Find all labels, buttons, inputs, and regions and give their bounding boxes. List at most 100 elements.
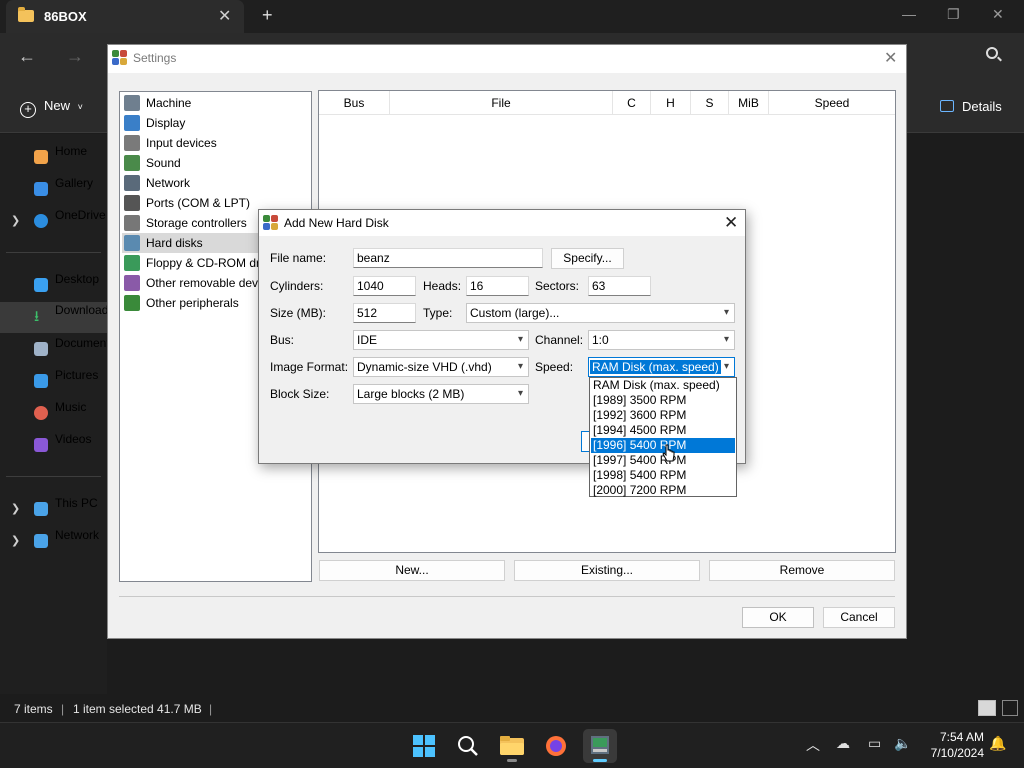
image-format-select[interactable]: Dynamic-size VHD (.vhd) ▾	[353, 357, 529, 377]
nav-item-onedrive[interactable]: ❯ OneDrive	[0, 207, 107, 235]
explorer-tab[interactable]: 86BOX ✕	[6, 0, 244, 33]
notification-bell-icon[interactable]: 🔔	[989, 735, 1006, 752]
new-tab-icon[interactable]: +	[262, 5, 273, 26]
nav-item-home[interactable]: Home	[0, 143, 107, 171]
status-divider: |	[209, 702, 213, 716]
system-clock[interactable]: 7:54 AM 7/10/2024	[922, 729, 984, 761]
sectors-label: Sectors:	[535, 279, 580, 293]
gallery-icon	[34, 182, 48, 196]
search-icon[interactable]	[986, 47, 998, 59]
column-file[interactable]: File	[390, 91, 613, 115]
type-select[interactable]: Custom (large)... ▾	[466, 303, 735, 323]
back-arrow-icon[interactable]: ←	[18, 46, 36, 67]
details-label: Details	[962, 99, 1002, 114]
column-mib[interactable]: MiB	[729, 91, 769, 115]
hand-cursor-icon	[662, 444, 675, 462]
category-input-devices[interactable]: Input devices	[122, 133, 311, 153]
sectors-input[interactable]: 63	[588, 276, 651, 296]
specify-button[interactable]: Specify...	[551, 248, 624, 269]
nav-item-downloads[interactable]: ⭳ Downloads	[0, 302, 107, 333]
category-machine[interactable]: Machine	[122, 93, 311, 113]
dialog-close-icon[interactable]: ✕	[724, 213, 738, 233]
dialog-title: Add New Hard Disk	[284, 216, 389, 230]
speed-dropdown-list[interactable]: RAM Disk (max. speed) [1989] 3500 RPM [1…	[589, 377, 737, 497]
chevron-right-icon[interactable]: ❯	[11, 495, 20, 523]
nav-item-music[interactable]: Music	[0, 399, 107, 427]
channel-select[interactable]: 1:0 ▾	[588, 330, 735, 350]
category-sound[interactable]: Sound	[122, 153, 311, 173]
bus-select[interactable]: IDE ▾	[353, 330, 529, 350]
new-button[interactable]: + New ˅	[20, 98, 83, 118]
videos-icon	[34, 438, 48, 452]
speed-option[interactable]: RAM Disk (max. speed)	[591, 378, 735, 393]
taskbar-search-button[interactable]	[451, 729, 485, 763]
tiles-view-icon[interactable]	[1002, 700, 1018, 716]
chevron-up-icon[interactable]: ︿	[806, 735, 820, 755]
column-speed[interactable]: Speed	[769, 91, 895, 115]
taskbar-firefox[interactable]	[539, 729, 573, 763]
forward-arrow-icon[interactable]: →	[66, 46, 84, 67]
nav-item-videos[interactable]: Videos	[0, 431, 107, 459]
taskbar-file-explorer[interactable]	[495, 729, 529, 763]
start-button[interactable]	[407, 729, 441, 763]
speed-option[interactable]: [2000] 7200 RPM	[591, 483, 735, 498]
nav-divider	[6, 252, 101, 253]
file-name-input[interactable]: beanz	[353, 248, 543, 268]
settings-close-icon[interactable]: ✕	[884, 48, 897, 68]
speed-option[interactable]: [1994] 4500 RPM	[591, 423, 735, 438]
file-explorer-icon	[500, 736, 524, 755]
tab-title: 86BOX	[44, 9, 87, 24]
chevron-right-icon[interactable]: ❯	[11, 527, 20, 555]
nav-item-pictures[interactable]: Pictures	[0, 367, 107, 395]
dialog-title-bar: Add New Hard Disk ✕	[259, 210, 745, 236]
network-card-icon	[124, 175, 140, 191]
new-disk-button[interactable]: New...	[319, 560, 505, 581]
speed-option[interactable]: [1992] 3600 RPM	[591, 408, 735, 423]
nav-item-network[interactable]: ❯ Network	[0, 527, 107, 555]
category-network[interactable]: Network	[122, 173, 311, 193]
category-label: Input devices	[146, 136, 217, 150]
minimize-icon[interactable]: —	[902, 6, 916, 22]
heads-input[interactable]: 16	[466, 276, 529, 296]
chevron-down-icon: ▾	[517, 361, 523, 372]
taskbar-86box[interactable]	[583, 729, 617, 763]
settings-title-bar: Settings ✕	[108, 45, 906, 73]
network-monitor-icon[interactable]: ▭	[868, 735, 881, 752]
chevron-down-icon: ▾	[723, 307, 729, 318]
category-label: Display	[146, 116, 186, 130]
cylinders-input[interactable]: 1040	[353, 276, 416, 296]
category-label: Storage controllers	[146, 216, 247, 230]
volume-muted-icon[interactable]: 🔈	[894, 735, 911, 752]
nav-item-gallery[interactable]: Gallery	[0, 175, 107, 203]
details-button[interactable]: Details	[940, 99, 1002, 114]
selection-info: 1 item selected 41.7 MB	[73, 702, 202, 716]
column-cylinders[interactable]: C	[613, 91, 651, 115]
existing-disk-button[interactable]: Existing...	[514, 560, 700, 581]
remove-disk-button[interactable]: Remove	[709, 560, 895, 581]
nav-item-this-pc[interactable]: ❯ This PC	[0, 495, 107, 523]
nav-item-desktop[interactable]: Desktop	[0, 271, 107, 299]
onedrive-offline-icon[interactable]: ☁	[836, 735, 850, 752]
ok-button[interactable]: OK	[742, 607, 814, 628]
category-display[interactable]: Display	[122, 113, 311, 133]
column-sectors[interactable]: S	[691, 91, 729, 115]
running-indicator	[593, 759, 607, 762]
restore-icon[interactable]: ❐	[947, 6, 960, 23]
nav-item-label: Gallery	[55, 176, 94, 190]
chevron-right-icon[interactable]: ❯	[11, 207, 20, 235]
nav-item-label: OneDrive	[55, 208, 106, 222]
tab-close-icon[interactable]: ✕	[218, 6, 231, 26]
column-bus[interactable]: Bus	[319, 91, 390, 115]
window-close-icon[interactable]: ✕	[992, 6, 1004, 23]
speed-select[interactable]: RAM Disk (max. speed) ▾	[588, 357, 735, 377]
category-label: Other peripherals	[146, 296, 239, 310]
speed-option[interactable]: [1998] 5400 RPM	[591, 468, 735, 483]
column-heads[interactable]: H	[651, 91, 691, 115]
size-input[interactable]: 512	[353, 303, 416, 323]
details-view-icon[interactable]	[978, 700, 996, 716]
nav-item-documents[interactable]: Documents	[0, 335, 107, 363]
block-size-select[interactable]: Large blocks (2 MB) ▾	[353, 384, 529, 404]
speed-option[interactable]: [1989] 3500 RPM	[591, 393, 735, 408]
peripherals-icon	[124, 295, 140, 311]
cancel-button[interactable]: Cancel	[823, 607, 895, 628]
